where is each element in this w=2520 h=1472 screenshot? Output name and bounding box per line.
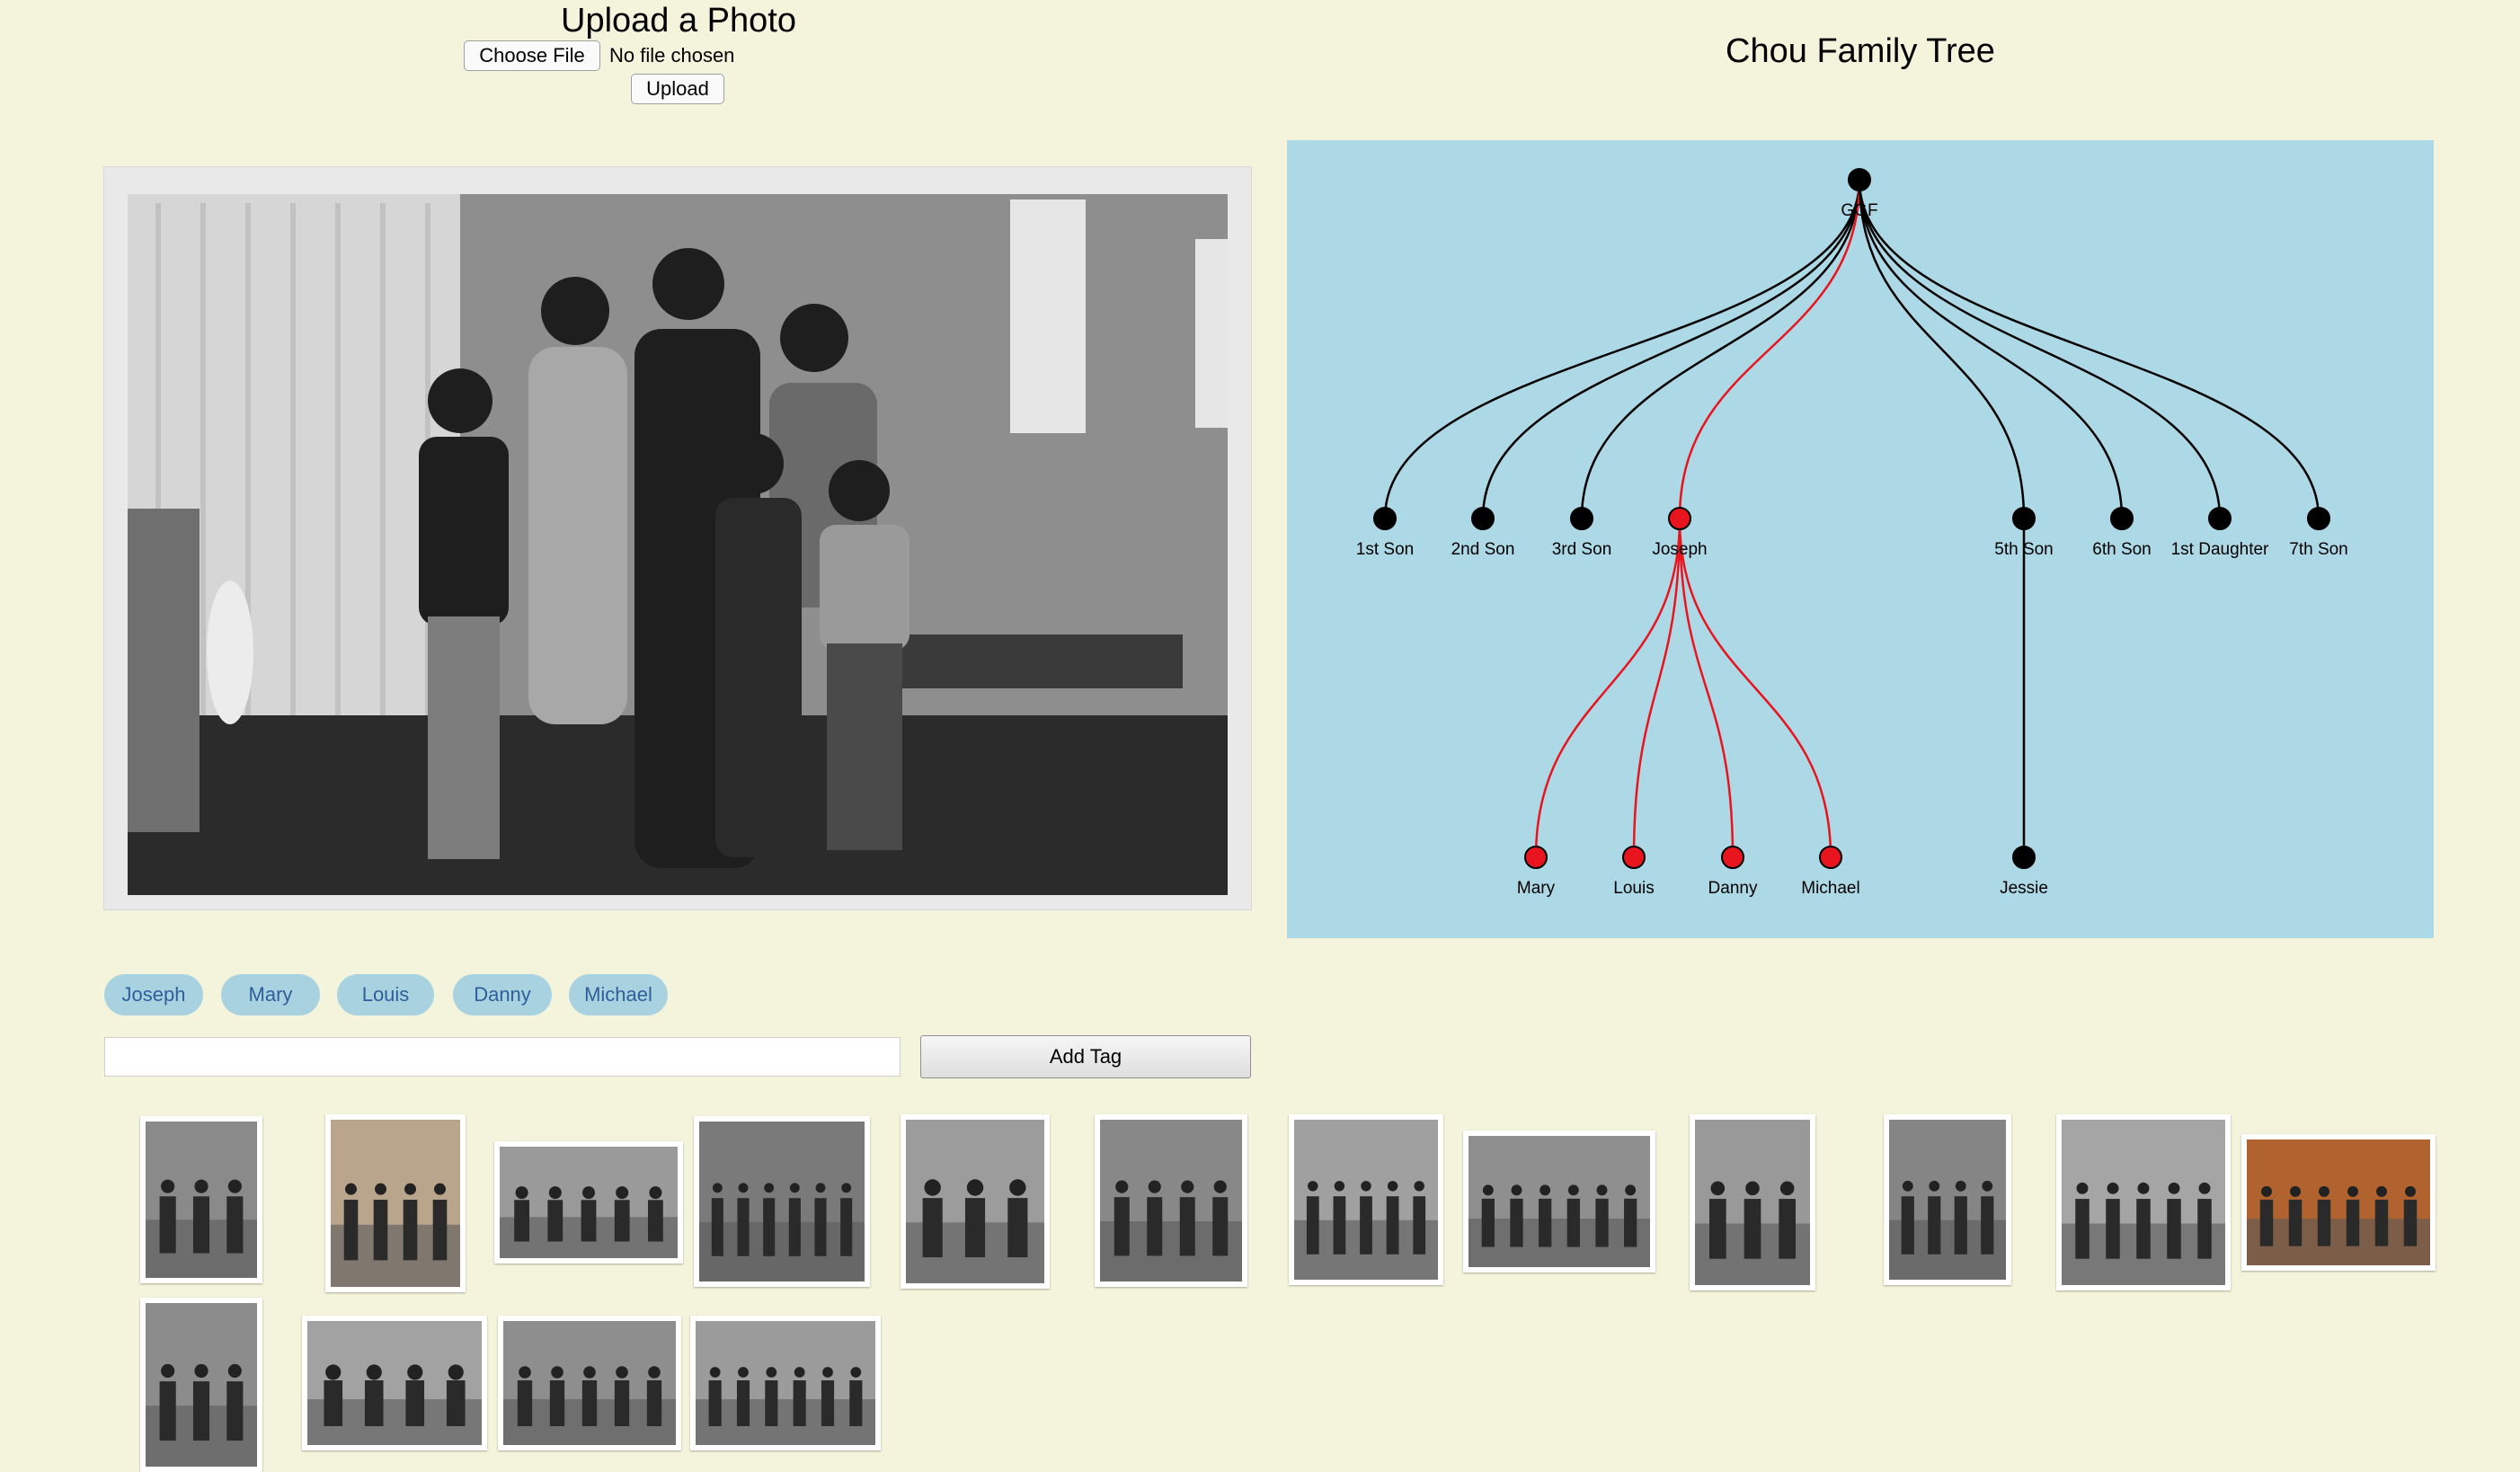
tree-node[interactable] xyxy=(2012,846,2036,869)
tree-node[interactable] xyxy=(1668,507,1691,530)
photo-thumbnail-image xyxy=(307,1321,482,1445)
tree-node[interactable] xyxy=(1622,846,1646,869)
tree-node[interactable] xyxy=(2110,507,2134,530)
tree-node[interactable] xyxy=(2012,507,2036,530)
tree-node[interactable] xyxy=(1373,507,1397,530)
tree-node-label: Joseph xyxy=(1652,540,1707,559)
photo-thumbnail[interactable] xyxy=(494,1141,683,1264)
photo-thumbnail-image xyxy=(146,1303,257,1467)
photo-thumbnail-image xyxy=(696,1321,875,1445)
tree-link xyxy=(1534,518,1681,858)
photo-thumbnail[interactable] xyxy=(302,1316,487,1450)
selected-family-photo xyxy=(104,167,1251,909)
tag-chip[interactable]: Louis xyxy=(337,974,434,1015)
photo-thumbnail[interactable] xyxy=(1289,1114,1443,1285)
upload-title: Upload a Photo xyxy=(561,2,796,40)
tree-node-label: 5th Son xyxy=(1994,540,2054,559)
photo-thumbnail[interactable] xyxy=(1884,1114,2011,1285)
photo-thumbnail-image xyxy=(331,1120,460,1287)
tree-node-label: Michael xyxy=(1801,879,1859,898)
file-status-text: No file chosen xyxy=(609,44,735,67)
tree-link xyxy=(1481,179,1861,519)
tree-link xyxy=(1678,518,1735,858)
tree-node[interactable] xyxy=(2208,507,2232,530)
tree-link xyxy=(1678,179,1861,519)
tree-node[interactable] xyxy=(1570,507,1593,530)
photo-thumbnail-image xyxy=(2062,1120,2225,1285)
family-tree-graph: GGF 1st Son 2nd Son 3rd Son Joseph 5th Son 6th… xyxy=(1356,168,2348,898)
photo-thumbnail-image xyxy=(1294,1120,1438,1280)
tag-chip[interactable]: Michael xyxy=(569,974,668,1015)
photo-thumbnail-image xyxy=(1695,1120,1810,1285)
photo-thumbnail[interactable] xyxy=(2056,1114,2231,1290)
tree-node-label: 3rd Son xyxy=(1552,540,1612,559)
tree-node[interactable] xyxy=(1471,507,1495,530)
tree-node-label: Jessie xyxy=(2000,879,2048,898)
tree-link xyxy=(1632,518,1681,858)
photo-thumbnail[interactable] xyxy=(140,1298,262,1472)
tree-link xyxy=(1858,179,2320,519)
photo-thumbnail-image xyxy=(500,1147,678,1258)
tree-node-label: Danny xyxy=(1708,879,1758,898)
tree-node-root[interactable] xyxy=(1848,168,1871,191)
tree-node-label: 1st Daughter xyxy=(2171,540,2269,559)
tree-link xyxy=(1678,518,1832,858)
tree-node-label: 2nd Son xyxy=(1451,540,1515,559)
photo-thumbnail[interactable] xyxy=(901,1114,1050,1289)
add-tag-button[interactable]: Add Tag xyxy=(920,1035,1251,1078)
photo-thumbnail-image xyxy=(1889,1120,2006,1280)
tag-chip[interactable]: Mary xyxy=(221,974,320,1015)
photo-thumbnail-image xyxy=(1469,1136,1650,1267)
tag-input[interactable] xyxy=(104,1037,901,1077)
photo-thumbnail-image xyxy=(146,1122,257,1278)
upload-button[interactable]: Upload xyxy=(631,74,724,104)
photo-thumbnail-image xyxy=(699,1122,865,1281)
tag-chip[interactable]: Danny xyxy=(453,974,552,1015)
photo-thumbnail-image xyxy=(2247,1139,2430,1265)
photo-thumbnail-image xyxy=(1100,1120,1242,1281)
tree-node-label: Louis xyxy=(1613,879,1654,898)
tree-link xyxy=(1858,179,2026,519)
tree-node-label: 7th Son xyxy=(2289,540,2348,559)
tree-link xyxy=(1858,179,2124,519)
tree-link xyxy=(1858,179,2222,519)
photo-thumbnail[interactable] xyxy=(690,1316,881,1450)
tree-node[interactable] xyxy=(2307,507,2330,530)
tree-node-label: Mary xyxy=(1517,879,1556,898)
tag-chip[interactable]: Joseph xyxy=(104,974,203,1015)
family-photo-image xyxy=(128,194,1228,895)
photo-thumbnail[interactable] xyxy=(694,1116,870,1287)
photo-thumbnail-image xyxy=(906,1120,1044,1283)
tree-node-label: 6th Son xyxy=(2092,540,2152,559)
tree-node[interactable] xyxy=(1524,846,1548,869)
tree-link xyxy=(1383,179,1861,519)
photo-thumbnail[interactable] xyxy=(1463,1131,1655,1272)
tree-node[interactable] xyxy=(1721,846,1744,869)
photo-thumbnail[interactable] xyxy=(325,1114,466,1292)
tree-node-label: 1st Son xyxy=(1356,540,1414,559)
tree-node[interactable] xyxy=(1819,846,1842,869)
photo-thumbnail[interactable] xyxy=(140,1116,262,1283)
family-tree-title: Chou Family Tree xyxy=(1726,32,1995,70)
photo-thumbnail[interactable] xyxy=(1690,1114,1815,1290)
photo-thumbnail-image xyxy=(503,1321,676,1445)
tree-node-label: GGF xyxy=(1841,201,1877,220)
choose-file-button[interactable]: Choose File xyxy=(464,40,600,71)
photo-thumbnail[interactable] xyxy=(1095,1114,1247,1287)
photo-thumbnail[interactable] xyxy=(2241,1134,2436,1271)
photo-thumbnail[interactable] xyxy=(498,1316,681,1450)
family-tree-panel: GGF 1st Son 2nd Son 3rd Son Joseph 5th Son 6th… xyxy=(1287,140,2434,938)
